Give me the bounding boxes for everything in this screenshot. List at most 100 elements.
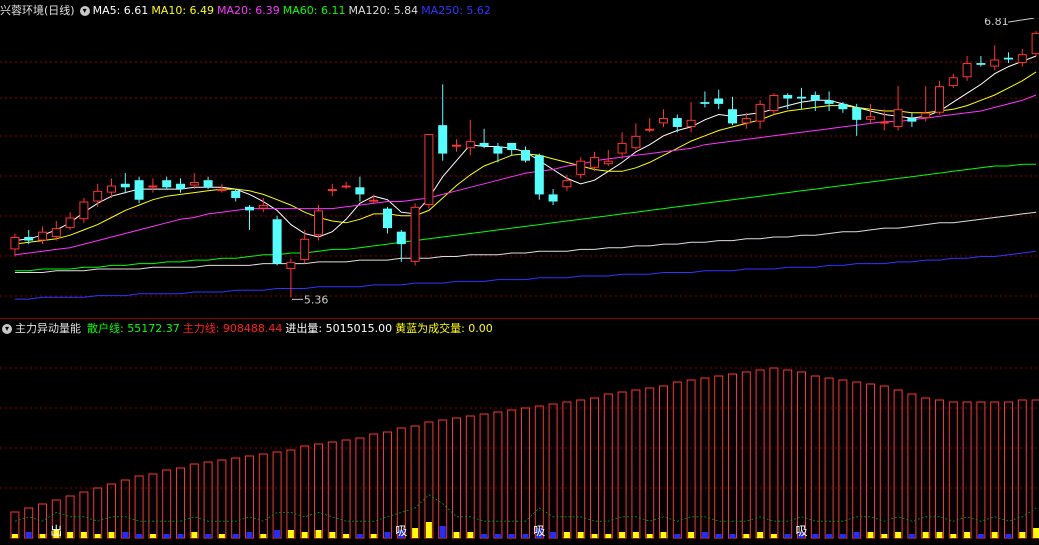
- candle-body-up[interactable]: [755, 103, 765, 122]
- volume-bar: [246, 532, 253, 538]
- candle-body-up[interactable]: [879, 121, 889, 124]
- candle-body-down[interactable]: [976, 63, 986, 65]
- candle-body-down[interactable]: [907, 118, 917, 122]
- main-force-bar: [810, 375, 820, 539]
- candle-body-up[interactable]: [590, 157, 599, 168]
- candle-body-up[interactable]: [217, 189, 227, 192]
- candle-body-down[interactable]: [783, 95, 793, 99]
- candle-body-up[interactable]: [921, 112, 931, 119]
- candle-body-down[interactable]: [548, 194, 558, 202]
- indicator-chart[interactable]: 出吸吸吸: [0, 338, 1039, 543]
- candle-body-down[interactable]: [810, 95, 820, 101]
- candle-body-up[interactable]: [107, 185, 116, 193]
- ma-legend-item-0: MA5: 6.61: [92, 4, 149, 17]
- candle-body-up[interactable]: [576, 160, 586, 175]
- candle-body-up[interactable]: [300, 238, 310, 261]
- candle-body-up[interactable]: [659, 118, 668, 124]
- candle-body-up[interactable]: [866, 116, 875, 120]
- candle-body-down[interactable]: [120, 183, 130, 188]
- candle-body-up[interactable]: [189, 181, 199, 186]
- candle-body-down[interactable]: [852, 107, 862, 120]
- candle-body-down[interactable]: [700, 102, 710, 104]
- candle-body-down[interactable]: [438, 125, 448, 154]
- candle-body-up[interactable]: [93, 190, 103, 202]
- candle-body-up[interactable]: [1017, 54, 1027, 64]
- indicator-legend: 散户线: 55172.37 主力线: 908488.44 进出量: 5015015.…: [87, 322, 496, 335]
- candle-body-up[interactable]: [465, 141, 475, 149]
- settings-dropdown-icon[interactable]: ▾: [79, 6, 90, 16]
- candle-body-down[interactable]: [534, 155, 544, 195]
- candle-body-up[interactable]: [314, 210, 323, 236]
- candle-body-down[interactable]: [245, 206, 254, 211]
- candle-body-down[interactable]: [493, 146, 503, 154]
- volume-bar: [688, 532, 695, 538]
- candle-body-up[interactable]: [617, 142, 627, 154]
- candle-body-down[interactable]: [714, 98, 724, 104]
- volume-bar: [315, 530, 322, 538]
- volume-bar: [508, 534, 515, 538]
- main-force-bar: [79, 491, 89, 539]
- candle-body-up[interactable]: [79, 201, 89, 220]
- candle-body-up[interactable]: [603, 160, 613, 165]
- candle-body-up[interactable]: [935, 86, 944, 113]
- candle-body-down[interactable]: [162, 180, 172, 188]
- candle-body-up[interactable]: [769, 95, 779, 111]
- main-force-bar: [355, 437, 365, 539]
- candle-body-up[interactable]: [686, 119, 696, 127]
- candle-body-up[interactable]: [1031, 32, 1039, 55]
- candle-body-down[interactable]: [272, 219, 282, 264]
- candle-body-up[interactable]: [38, 231, 47, 241]
- candle-body-down[interactable]: [838, 103, 848, 110]
- volume-bar: [25, 532, 32, 538]
- candle-body-up[interactable]: [341, 185, 351, 188]
- volume-bar: [260, 534, 267, 538]
- candle-body-up[interactable]: [258, 205, 268, 209]
- candle-body-down[interactable]: [728, 109, 737, 124]
- main-force-bar: [590, 397, 599, 539]
- candle-body-down[interactable]: [203, 180, 213, 188]
- candle-body-up[interactable]: [65, 217, 75, 229]
- candle-body-down[interactable]: [383, 208, 392, 229]
- main-force-bar: [1017, 399, 1027, 539]
- candle-body-up[interactable]: [562, 180, 572, 188]
- candle-body-up[interactable]: [645, 128, 655, 131]
- candle-body-down[interactable]: [797, 96, 806, 99]
- candle-body-up[interactable]: [410, 206, 420, 262]
- candle-body-up[interactable]: [893, 109, 903, 127]
- candle-body-up[interactable]: [948, 77, 958, 87]
- candle-body-down[interactable]: [824, 100, 834, 104]
- candle-body-down[interactable]: [355, 187, 365, 195]
- candle-body-down[interactable]: [134, 180, 144, 200]
- main-force-bar: [562, 401, 572, 539]
- indicator-dropdown-icon[interactable]: ▾: [2, 324, 12, 334]
- candle-body-up[interactable]: [10, 237, 20, 250]
- candle-body-down[interactable]: [396, 231, 406, 245]
- candle-body-up[interactable]: [452, 144, 461, 147]
- candle-body-up[interactable]: [962, 63, 972, 78]
- candle-body-up[interactable]: [369, 199, 379, 202]
- volume-bar: [287, 530, 294, 538]
- candle-body-up[interactable]: [990, 59, 1000, 67]
- candle-body-down[interactable]: [176, 183, 185, 190]
- volume-bar: [108, 532, 115, 538]
- candle-body-up[interactable]: [51, 228, 61, 237]
- candle-body-down[interactable]: [24, 237, 34, 241]
- candle-body-up[interactable]: [148, 185, 158, 188]
- main-force-bar: [976, 401, 986, 539]
- main-force-bar: [410, 425, 420, 539]
- candle-body-up[interactable]: [286, 261, 296, 269]
- candle-body-down[interactable]: [479, 142, 489, 147]
- volume-bar: [867, 532, 874, 538]
- candle-body-down[interactable]: [231, 190, 241, 198]
- candle-body-down[interactable]: [672, 118, 682, 127]
- candle-body-down[interactable]: [507, 142, 517, 151]
- candle-body-down[interactable]: [521, 150, 530, 161]
- candle-body-up[interactable]: [327, 189, 337, 192]
- candle-body-up[interactable]: [741, 118, 751, 124]
- volume-bar: [701, 532, 708, 538]
- price-chart[interactable]: 6.81 5.36: [0, 18, 1039, 318]
- candle-body-up[interactable]: [631, 135, 641, 149]
- candle-body-up[interactable]: [424, 134, 434, 206]
- candle-body-down[interactable]: [1004, 57, 1013, 60]
- main-force-bar: [189, 463, 199, 539]
